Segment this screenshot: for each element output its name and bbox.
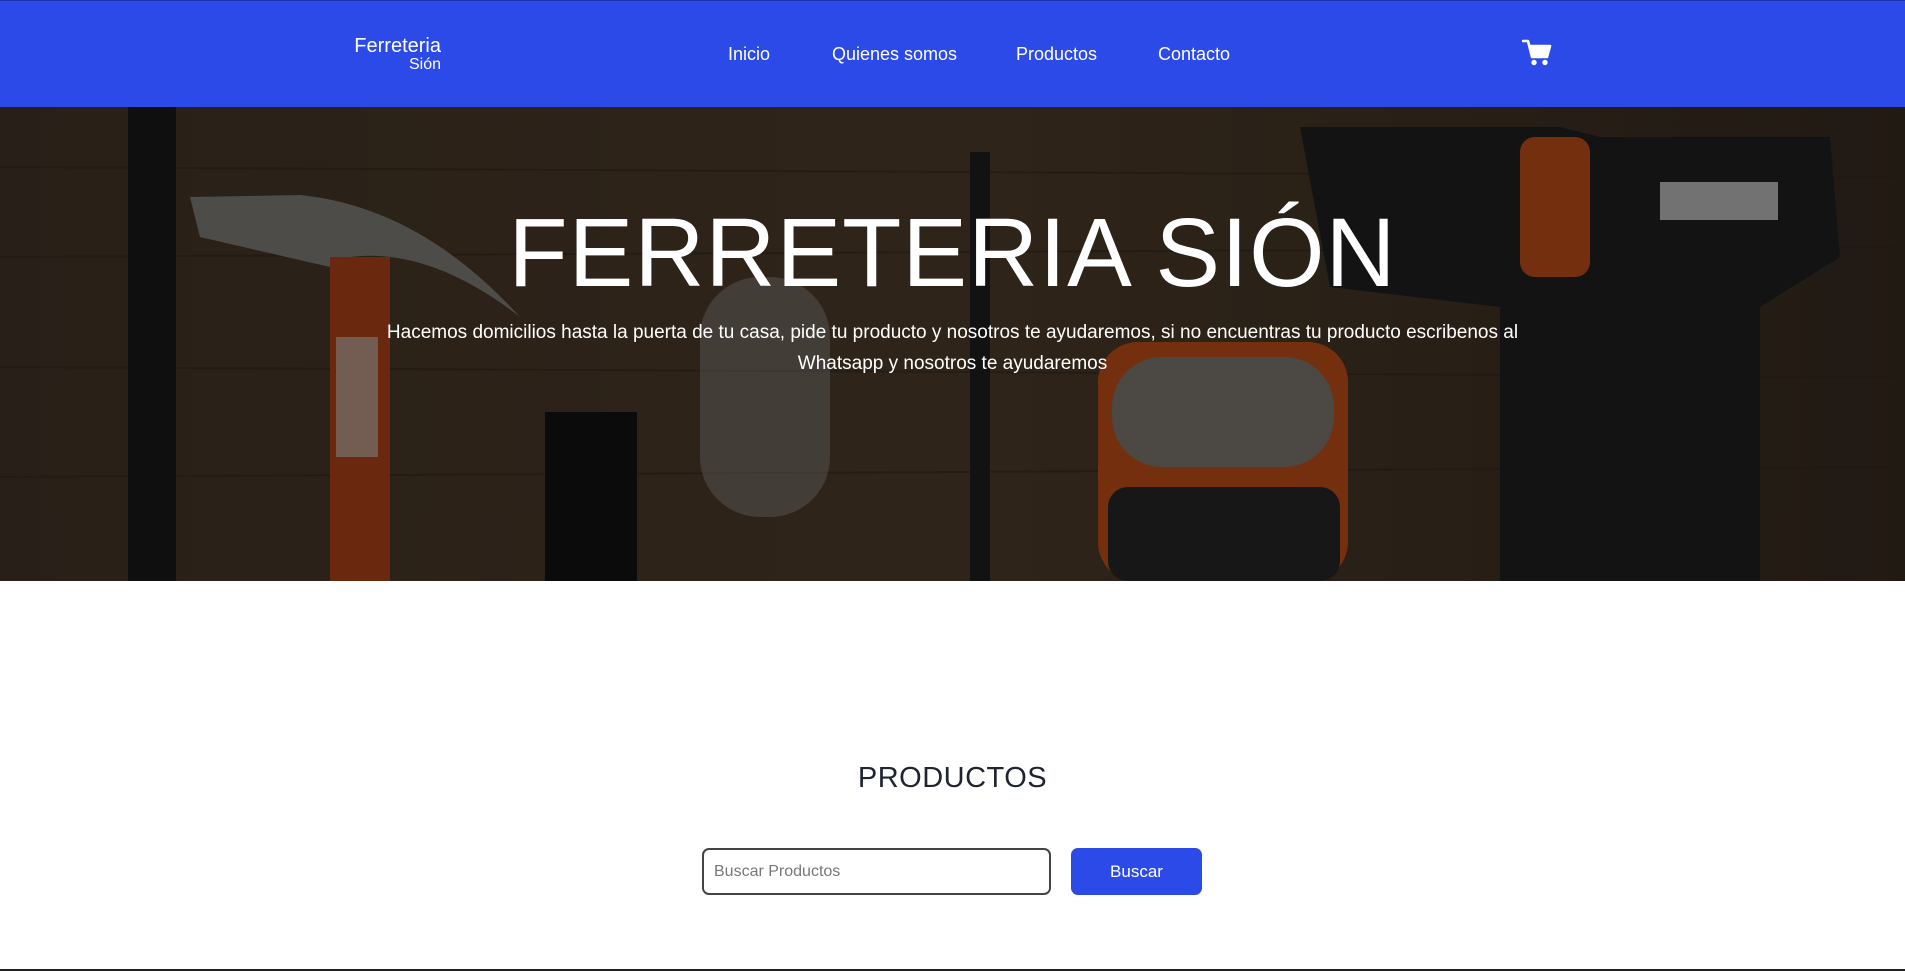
brand-subname: Sión <box>408 56 441 73</box>
hero-subtitle: Hacemos domicilios hasta la puerta de tu… <box>386 322 1519 374</box>
product-search-input[interactable] <box>702 848 1051 895</box>
shopping-cart-icon[interactable] <box>1521 39 1552 67</box>
nav-link-quienes-somos[interactable]: Quienes somos <box>832 44 957 65</box>
brand-logo[interactable]: Ferreteria Sión <box>351 36 441 73</box>
hero-title: FERRETERIA SIÓN <box>508 198 1397 307</box>
nav-link-productos[interactable]: Productos <box>1016 44 1097 65</box>
search-button[interactable]: Buscar <box>1071 848 1202 895</box>
top-navbar: Ferreteria Sión Inicio Quienes somos Pro… <box>0 0 1905 107</box>
nav-link-inicio[interactable]: Inicio <box>728 44 770 65</box>
nav-link-contacto[interactable]: Contacto <box>1158 44 1230 65</box>
brand-name: Ferreteria <box>354 35 441 57</box>
products-section-title: PRODUCTOS <box>857 762 1048 794</box>
hero-banner: FERRETERIA SIÓN Hacemos domicilios hasta… <box>0 107 1905 581</box>
